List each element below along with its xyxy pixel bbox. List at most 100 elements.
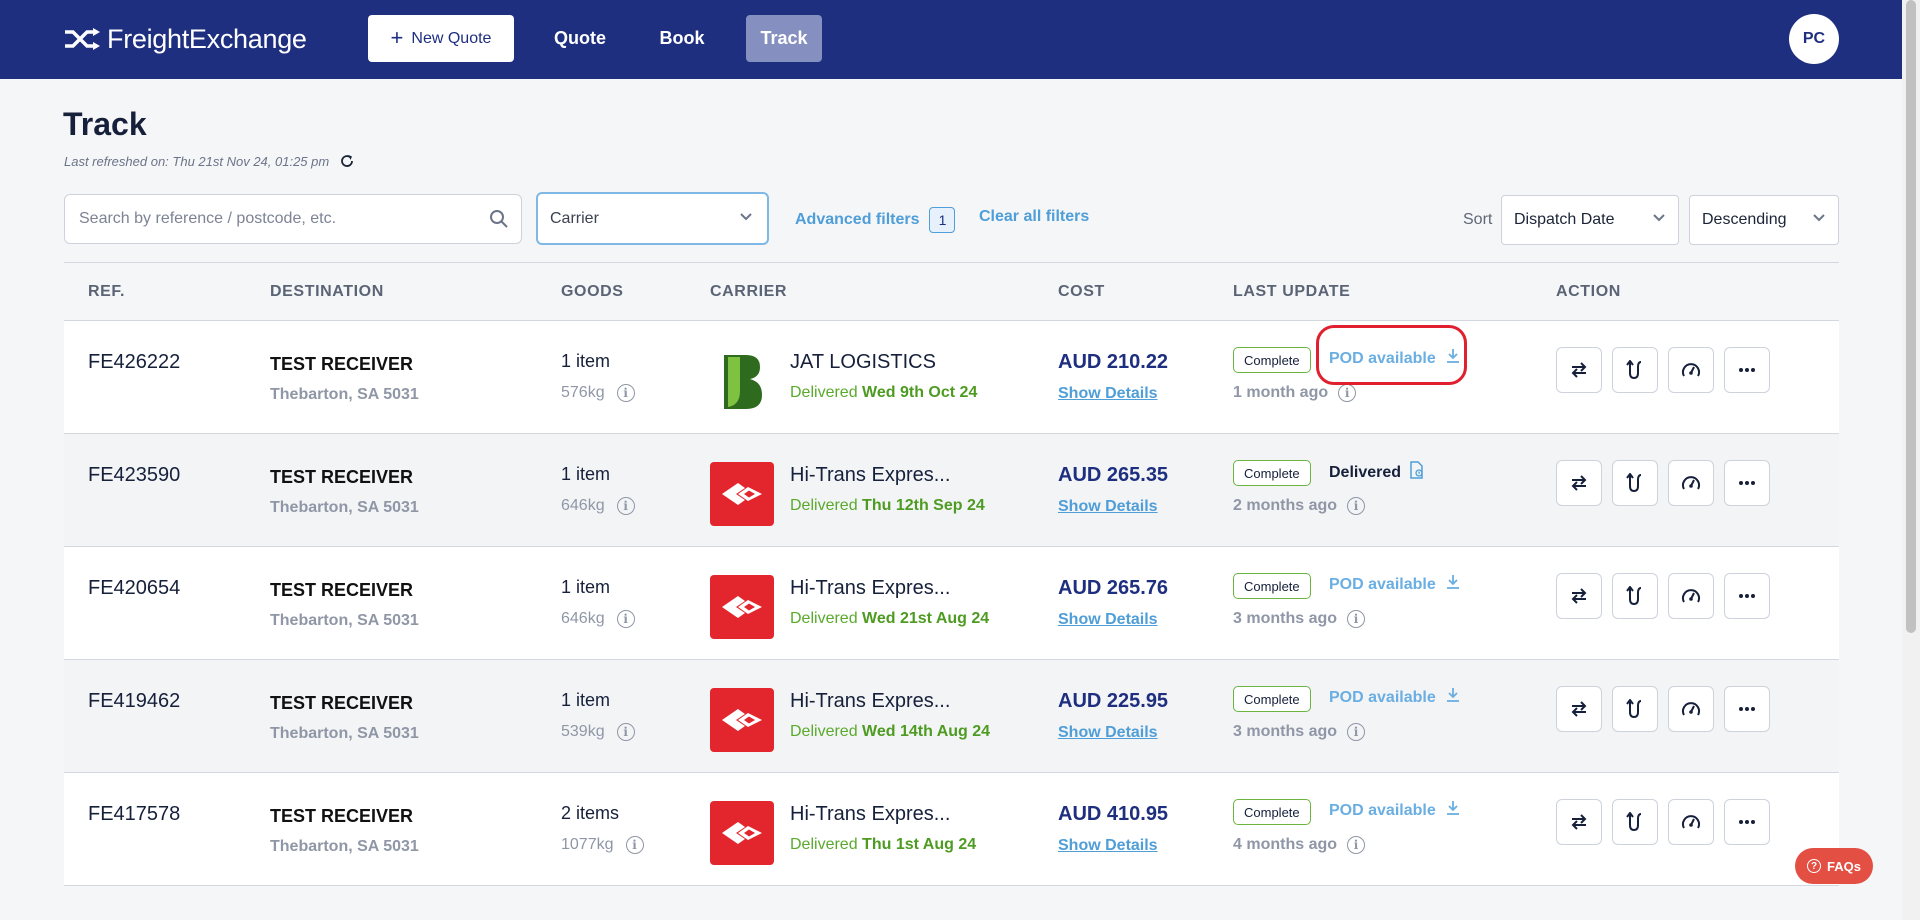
status-badge: Complete [1233,686,1311,712]
route-icon [1626,360,1644,380]
more-options-button[interactable] [1724,347,1770,393]
info-icon[interactable]: i [616,723,635,741]
pod-label: POD available [1329,349,1436,367]
status-badge: Complete [1233,347,1311,373]
info-icon[interactable]: i [616,384,635,402]
speedometer-button[interactable] [1668,799,1714,845]
info-icon[interactable]: i [616,497,635,515]
search-icon[interactable] [489,209,509,229]
swap-arrows-button[interactable] [1556,573,1602,619]
nav-track[interactable]: Track [746,15,822,62]
pod-download-link[interactable]: POD available [1329,687,1460,708]
advanced-filters-link[interactable]: Advanced filters 1 [795,207,956,233]
advanced-filters-count-badge: 1 [929,207,956,233]
document-info-icon[interactable] [1409,461,1425,484]
shipment-ref[interactable]: FE423590 [88,464,180,487]
shipment-cost: AUD 225.95 [1058,690,1169,712]
swap-arrows-button[interactable] [1556,460,1602,506]
delivered-date: Delivered Wed 21st Aug 24 [790,610,989,628]
pod-download-link[interactable]: POD available [1329,348,1460,369]
new-quote-button[interactable]: + New Quote [368,15,514,62]
plus-icon: + [390,24,404,50]
swap-arrows-button[interactable] [1556,799,1602,845]
refresh-icon[interactable] [339,153,355,169]
speedometer-button[interactable] [1668,686,1714,732]
shipment-ref[interactable]: FE420654 [88,577,180,600]
last-update-time: 1 month ago i [1233,384,1357,402]
table-row[interactable]: FE417578 TEST RECEIVER Thebarton, SA 5031 2… [64,773,1839,886]
delivered-prefix: Delivered [790,610,858,627]
destination-location: Thebarton, SA 5031 [270,725,419,742]
nav-book[interactable]: Book [652,15,712,62]
last-update-ago: 4 months ago [1233,836,1338,853]
route-button[interactable] [1612,799,1658,845]
route-button[interactable] [1612,573,1658,619]
info-icon[interactable]: i [1347,497,1366,515]
info-icon[interactable]: i [1347,723,1366,741]
last-update-time: 4 months ago i [1233,836,1366,854]
delivered-prefix: Delivered [790,723,858,740]
advanced-filters-label: Advanced filters [795,211,920,228]
pod-label: POD available [1329,801,1436,819]
shipment-ref[interactable]: FE419462 [88,690,180,713]
more-options-icon [1738,819,1756,825]
pod-download-link[interactable]: POD available [1329,800,1460,821]
sort-field-select[interactable]: Dispatch Date [1501,195,1679,245]
route-button[interactable] [1612,460,1658,506]
info-icon[interactable]: i [1347,836,1366,854]
show-details-link[interactable]: Show Details [1058,724,1158,742]
table-row[interactable]: FE420654 TEST RECEIVER Thebarton, SA 5031 1… [64,547,1839,660]
swap-arrows-icon [1569,474,1589,492]
shipment-cost: AUD 210.22 [1058,351,1169,373]
destination-location: Thebarton, SA 5031 [270,499,419,516]
swap-arrows-button[interactable] [1556,347,1602,393]
destination-location: Thebarton, SA 5031 [270,838,419,855]
more-options-button[interactable] [1724,573,1770,619]
search-input[interactable] [77,195,481,243]
shipment-ref[interactable]: FE417578 [88,803,180,826]
info-icon[interactable]: i [1338,384,1357,402]
destination-name: TEST RECEIVER [270,580,414,600]
more-options-button[interactable] [1724,686,1770,732]
user-avatar[interactable]: PC [1789,14,1839,64]
show-details-link[interactable]: Show Details [1058,498,1158,516]
delivered-document[interactable]: Delivered [1329,461,1425,484]
route-button[interactable] [1612,686,1658,732]
pod-download-link[interactable]: POD available [1329,574,1460,595]
logo-text: FreightExchange [107,23,307,54]
table-row[interactable]: FE423590 TEST RECEIVER Thebarton, SA 5031 1… [64,434,1839,547]
nav-quote[interactable]: Quote [544,15,616,62]
last-refreshed-text: Last refreshed on: Thu 21st Nov 24, 01:2… [64,153,330,169]
row-actions [1556,573,1770,619]
carrier-filter-select[interactable]: Carrier [536,192,769,245]
speedometer-button[interactable] [1668,573,1714,619]
more-options-button[interactable] [1724,460,1770,506]
speedometer-icon [1681,587,1701,605]
clear-all-filters-link[interactable]: Clear all filters [979,208,1089,226]
route-button[interactable] [1612,347,1658,393]
freightexchange-logo[interactable]: FreightExchange [63,22,307,56]
show-details-link[interactable]: Show Details [1058,385,1158,403]
speedometer-button[interactable] [1668,460,1714,506]
last-update-time: 2 months ago i [1233,497,1366,515]
download-icon [1446,800,1460,821]
carrier-name: JAT LOGISTICS [790,351,936,373]
goods-weight-value: 1077kg [561,836,614,853]
table-row[interactable]: FE419462 TEST RECEIVER Thebarton, SA 5031 1… [64,660,1839,773]
shipment-ref[interactable]: FE426222 [88,351,180,374]
page-scrollbar-thumb[interactable] [1906,0,1916,633]
faqs-button[interactable]: ? FAQs [1795,848,1873,884]
show-details-link[interactable]: Show Details [1058,837,1158,855]
goods-items: 2 items [561,803,620,823]
table-row[interactable]: FE426222 TEST RECEIVER Thebarton, SA 5031 1… [64,321,1839,434]
goods-items: 1 item [561,577,611,597]
more-options-button[interactable] [1724,799,1770,845]
swap-arrows-button[interactable] [1556,686,1602,732]
speedometer-button[interactable] [1668,347,1714,393]
goods-weight-value: 576kg [561,384,605,401]
info-icon[interactable]: i [625,836,644,854]
info-icon[interactable]: i [616,610,635,628]
sort-order-select[interactable]: Descending [1689,195,1839,245]
show-details-link[interactable]: Show Details [1058,611,1158,629]
info-icon[interactable]: i [1347,610,1366,628]
